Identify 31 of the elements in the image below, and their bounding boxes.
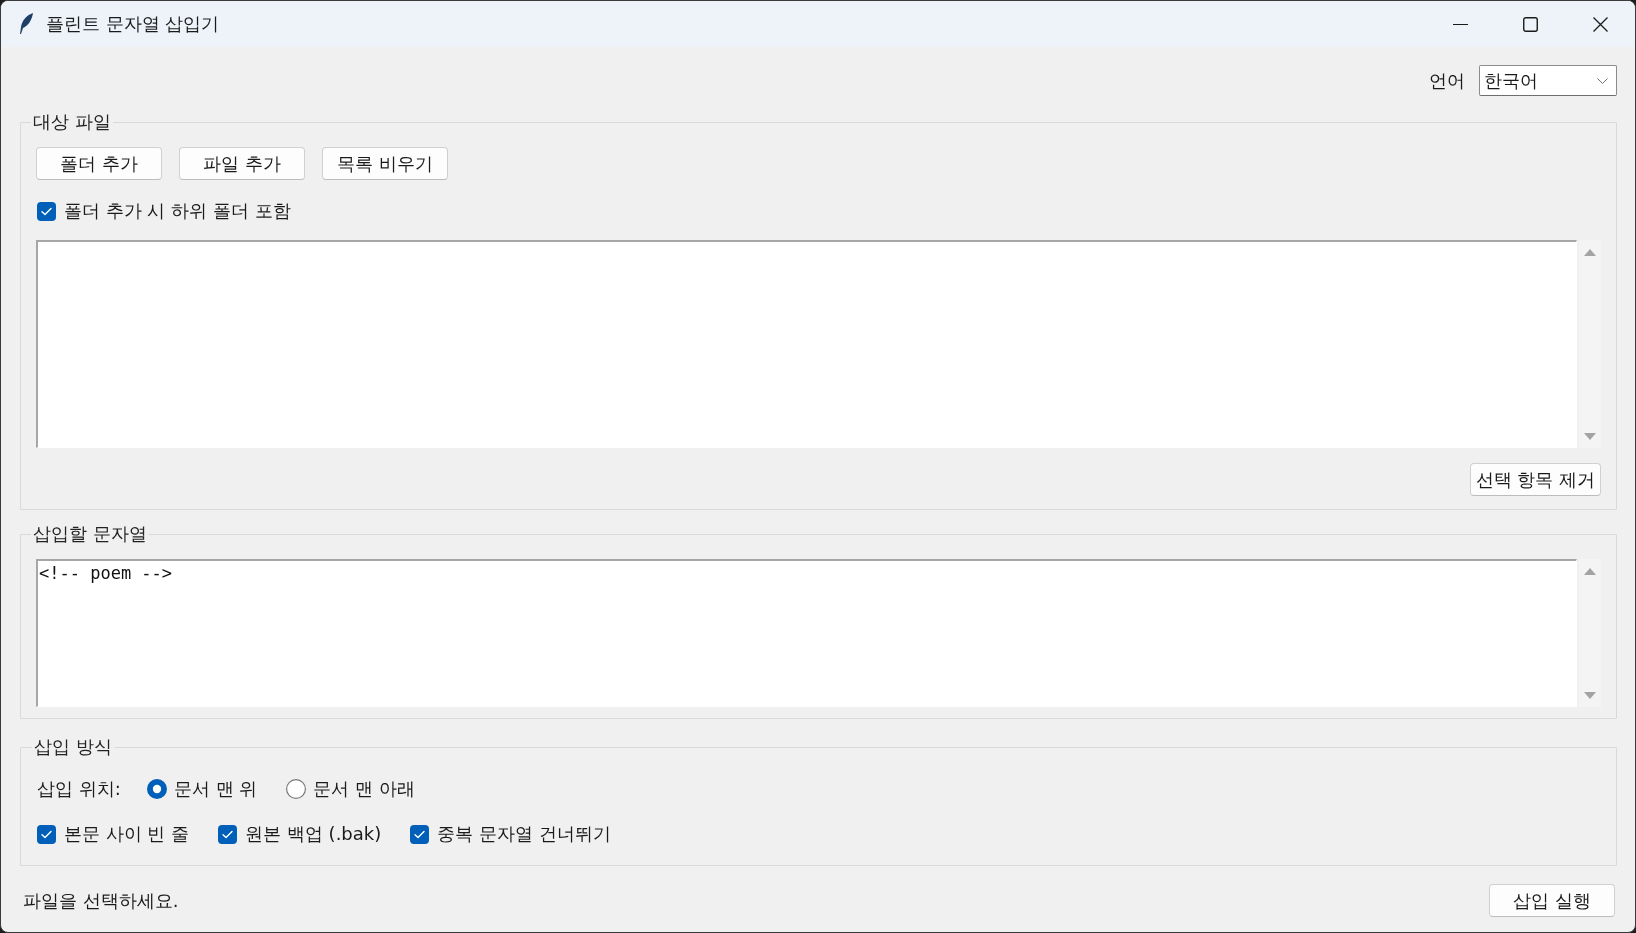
- toolbar-button[interactable]: 파일 추가: [179, 147, 305, 180]
- run-insert-button[interactable]: 삽입 실행: [1489, 884, 1615, 917]
- status-text: 파일을 선택하세요.: [23, 889, 179, 912]
- radio-button[interactable]: [147, 779, 167, 799]
- checkbox-label[interactable]: 폴더 추가 시 하위 폴더 포함: [64, 200, 291, 222]
- remove-selected-button[interactable]: 선택 항목 제거: [1470, 463, 1601, 496]
- radio-label[interactable]: 문서 맨 아래: [313, 778, 415, 800]
- checkbox-label[interactable]: 중복 문자열 건너뛰기: [437, 823, 611, 845]
- group-title: 삽입 방식: [33, 737, 113, 757]
- minimize-icon[interactable]: [1452, 23, 1468, 25]
- toolbar-button[interactable]: 폴더 추가: [36, 147, 162, 180]
- feather-icon: [18, 12, 34, 36]
- close-icon[interactable]: [1592, 16, 1608, 32]
- radio-label[interactable]: 문서 맨 위: [174, 778, 258, 800]
- group-title: 대상 파일: [32, 112, 112, 132]
- radio-button[interactable]: [286, 779, 307, 799]
- checkbox[interactable]: [37, 824, 56, 844]
- checkbox[interactable]: [410, 824, 430, 844]
- group-title: 삽입할 문자열: [32, 524, 148, 544]
- checkbox[interactable]: [37, 201, 56, 221]
- toolbar-button[interactable]: 목록 비우기: [322, 147, 448, 180]
- checkbox-label[interactable]: 본문 사이 빈 줄: [64, 823, 190, 845]
- maximize-icon[interactable]: [1522, 16, 1538, 32]
- chevron-down-icon: [1597, 77, 1608, 84]
- window-title: 플린트 문자열 삽입기: [46, 13, 220, 35]
- checkbox[interactable]: [218, 824, 238, 844]
- language-label: 언어: [1429, 69, 1465, 92]
- checkbox-label[interactable]: 원본 백업 (.bak): [245, 823, 382, 845]
- text-input-field[interactable]: <!-- poem -->: [36, 559, 1577, 707]
- position-label: 삽입 위치:: [37, 778, 122, 800]
- language-dropdown[interactable]: 한국어: [1479, 65, 1617, 96]
